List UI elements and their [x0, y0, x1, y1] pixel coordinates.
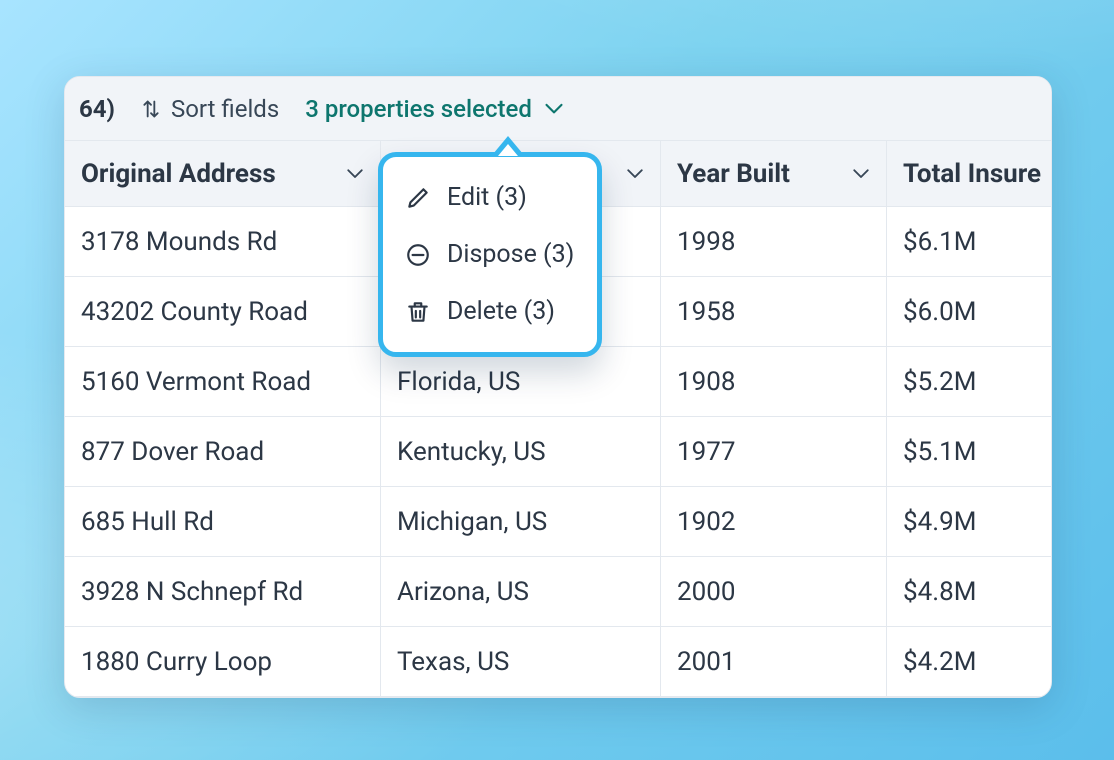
table-cell[interactable]: 685 Hull Rd [65, 487, 381, 557]
table-cell[interactable]: 5160 Vermont Road [65, 347, 381, 417]
table-cell[interactable]: Michigan, US [381, 487, 661, 557]
chevron-down-icon [852, 168, 870, 180]
delete-action[interactable]: Delete (3) [383, 283, 597, 340]
column-header[interactable]: Total Insure [887, 141, 1051, 207]
chevron-down-icon [626, 168, 644, 180]
column-header[interactable]: Original Address [65, 141, 381, 207]
dispose-icon [405, 242, 431, 268]
dispose-action-label: Dispose (3) [447, 240, 574, 269]
edit-icon [405, 185, 431, 211]
table-cell[interactable]: 1998 [661, 207, 887, 277]
table-cell[interactable]: $5.2M [887, 347, 1051, 417]
table-cell[interactable]: Kentucky, US [381, 417, 661, 487]
table-cell[interactable]: 1958 [661, 277, 887, 347]
edit-action-label: Edit (3) [447, 183, 527, 212]
dispose-action[interactable]: Dispose (3) [383, 226, 597, 283]
table-cell[interactable]: 1908 [661, 347, 887, 417]
selected-properties-label: 3 properties selected [305, 95, 532, 123]
table-cell[interactable]: 3928 N Schnepf Rd [65, 557, 381, 627]
column-header-label: Total Insure [903, 159, 1041, 189]
bulk-actions-popover: Edit (3) Dispose (3) Delete (3) [378, 152, 602, 357]
table-cell[interactable]: 1977 [661, 417, 887, 487]
table-cell[interactable]: Florida, US [381, 347, 661, 417]
edit-action[interactable]: Edit (3) [383, 169, 597, 226]
row-count-fragment: 64) [79, 95, 115, 123]
table-cell[interactable]: Texas, US [381, 627, 661, 697]
delete-icon [405, 299, 431, 325]
table-cell[interactable]: 43202 County Road [65, 277, 381, 347]
sort-icon [141, 98, 161, 120]
table-cell[interactable]: 3178 Mounds Rd [65, 207, 381, 277]
table-cell[interactable]: $4.2M [887, 627, 1051, 697]
table-cell[interactable]: 1902 [661, 487, 887, 557]
chevron-down-icon [544, 102, 564, 116]
table-cell[interactable]: $5.1M [887, 417, 1051, 487]
column-header-label: Original Address [81, 159, 276, 189]
table-cell[interactable]: 2000 [661, 557, 887, 627]
table-cell[interactable]: $4.9M [887, 487, 1051, 557]
toolbar: 64) Sort fields 3 properties selected [65, 77, 1051, 141]
table-cell[interactable]: $6.1M [887, 207, 1051, 277]
table-cell[interactable]: $6.0M [887, 277, 1051, 347]
chevron-down-icon [346, 168, 364, 180]
column-header[interactable]: Year Built [661, 141, 887, 207]
selected-properties-button[interactable]: 3 properties selected [305, 95, 564, 123]
sort-fields-button[interactable]: Sort fields [141, 95, 279, 123]
column-header-label: Year Built [677, 159, 790, 189]
table-cell[interactable]: 877 Dover Road [65, 417, 381, 487]
table-cell[interactable]: Arizona, US [381, 557, 661, 627]
table-cell[interactable]: 2001 [661, 627, 887, 697]
delete-action-label: Delete (3) [447, 297, 555, 326]
table-cell[interactable]: 1880 Curry Loop [65, 627, 381, 697]
sort-fields-label: Sort fields [171, 95, 279, 123]
table-cell[interactable]: $4.8M [887, 557, 1051, 627]
